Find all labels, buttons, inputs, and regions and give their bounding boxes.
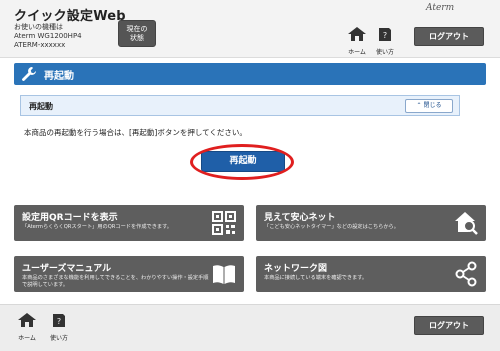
- status-button-line2: 状態: [130, 34, 144, 42]
- tile-network-map[interactable]: ネットワーク図 本商品に接続している端末を確認できます。: [256, 256, 486, 292]
- tile-title: ネットワーク図: [264, 264, 328, 274]
- highlight-ring: [190, 144, 294, 180]
- tile-description: 本商品に接続している端末を確認できます。: [264, 275, 368, 281]
- footer-home-button[interactable]: ホーム: [16, 312, 38, 342]
- house-search-icon: [455, 212, 478, 235]
- panel-header: 再起動 ⌃ 閉じる: [20, 95, 460, 116]
- home-icon: [348, 27, 366, 41]
- tile-description: 「AtermらくらくQRスタート」用のQRコードを作成できます。: [22, 224, 172, 230]
- wrench-icon: [22, 67, 36, 81]
- tile-safe-net[interactable]: 見えて安心ネット 「こども安心ネットタイマー」などの設定はこちらから。: [256, 205, 486, 241]
- footer: ホーム ? 使い方 ログアウト: [0, 304, 500, 351]
- share-network-icon: [455, 261, 477, 287]
- current-status-button[interactable]: 現在の 状態: [118, 20, 156, 47]
- tile-title: ユーザーズマニュアル: [22, 264, 112, 274]
- footer-logout-button[interactable]: ログアウト: [414, 316, 484, 335]
- panel-description: 本商品の再起動を行う場合は、[再起動]ボタンを押してください。: [24, 128, 247, 137]
- tile-description: 本商品のさまざまな機能を利用してできることを、わかりやすい操作・設定手順で説明し…: [22, 275, 209, 288]
- home-icon: [18, 313, 36, 327]
- footer-help-label: 使い方: [49, 335, 68, 342]
- tile-title: 見えて安心ネット: [264, 213, 336, 223]
- brand-logo: Aterm: [426, 3, 455, 13]
- chevron-up-icon: ⌃: [416, 102, 422, 109]
- tile-description: 「こども安心ネットタイマー」などの設定はこちらから。: [264, 224, 399, 230]
- collapse-button[interactable]: ⌃ 閉じる: [405, 99, 453, 113]
- model-label: お使いの機種は: [14, 23, 63, 31]
- help-book-icon: ?: [379, 28, 391, 41]
- section-title: 再起動: [44, 71, 74, 82]
- status-button-line1: 現在の: [126, 25, 148, 33]
- home-label: ホーム: [348, 49, 366, 56]
- home-button[interactable]: ホーム: [346, 26, 368, 56]
- svg-text:?: ?: [57, 317, 61, 326]
- footer-home-label: ホーム: [18, 335, 36, 342]
- svg-text:?: ?: [383, 31, 387, 40]
- help-book-icon: ?: [53, 314, 65, 327]
- qr-code-icon: [212, 211, 236, 235]
- header: クイック設定Web お使いの機種は Aterm WG1200HP4 ATERM-…: [0, 0, 500, 58]
- logout-button[interactable]: ログアウト: [414, 27, 484, 46]
- book-icon: [213, 265, 235, 284]
- serial-number: ATERM-xxxxxx: [14, 41, 66, 49]
- collapse-label: 閉じる: [423, 102, 442, 109]
- tile-users-manual[interactable]: ユーザーズマニュアル 本商品のさまざまな機能を利用してできることを、わかりやすい…: [14, 256, 244, 292]
- section-title-bar: 再起動: [14, 63, 486, 85]
- model-info: お使いの機種は Aterm WG1200HP4 ATERM-xxxxxx: [14, 23, 82, 50]
- help-label: 使い方: [375, 49, 394, 56]
- restart-panel: 再起動 ⌃ 閉じる 本商品の再起動を行う場合は、[再起動]ボタンを押してください…: [20, 95, 460, 189]
- app-title: クイック設定Web: [14, 9, 126, 24]
- tile-title: 設定用QRコードを表示: [22, 213, 118, 223]
- panel-title: 再起動: [29, 102, 53, 111]
- tile-qr-code[interactable]: 設定用QRコードを表示 「AtermらくらくQRスタート」用のQRコードを作成で…: [14, 205, 244, 241]
- footer-help-button[interactable]: ? 使い方: [48, 312, 70, 342]
- help-button[interactable]: ? 使い方: [374, 26, 396, 56]
- model-name: Aterm WG1200HP4: [14, 32, 82, 40]
